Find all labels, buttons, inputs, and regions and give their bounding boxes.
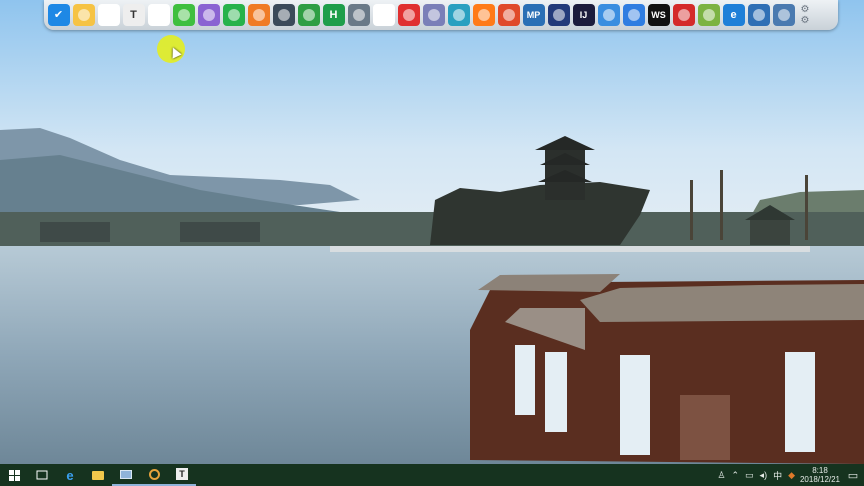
dock-icon-shape [302, 9, 315, 21]
map-app-icon[interactable] [697, 4, 720, 26]
colorful-app-icon[interactable] [197, 4, 220, 26]
feather-icon[interactable] [422, 4, 445, 26]
intellij-icon[interactable]: IJ [572, 4, 595, 26]
firefox-icon[interactable] [472, 4, 495, 26]
monitor-icon[interactable] [272, 4, 295, 26]
dock-icon-shape [152, 9, 165, 21]
dock-icon-shape [777, 9, 790, 21]
antivirus-tray-icon[interactable]: ◆ [788, 470, 795, 481]
dock-icon-shape [77, 9, 90, 21]
triangle-app-icon[interactable] [497, 4, 520, 26]
app-dock: ✔ T H MP IJ WS e ⚙ ⚙ [44, 0, 838, 30]
desktop-wallpaper [0, 0, 864, 464]
dock-icon-label: e [730, 8, 737, 21]
dock-icon-shape [227, 9, 240, 21]
dock-icon-label: ✔ [53, 8, 64, 21]
system-tray: ♙ ⌃ ▭ ◂) 中 ◆ 8:18 2018/12/21 ▭ [714, 464, 864, 486]
folder-icon [92, 470, 104, 480]
h-app-icon[interactable]: H [322, 4, 345, 26]
square-app-icon[interactable] [447, 4, 470, 26]
task-view-button[interactable] [28, 464, 56, 486]
folder-icon[interactable] [72, 4, 95, 26]
notification-icon: ▭ [847, 469, 859, 482]
monitor-icon [120, 469, 132, 479]
edge-browser-icon: e [66, 467, 74, 483]
clock[interactable]: 8:18 2018/12/21 [798, 466, 842, 484]
dock-icon-shape [177, 9, 190, 21]
shield-security-icon[interactable]: ✔ [47, 4, 70, 26]
wechat-icon[interactable] [172, 4, 195, 26]
dock-icon-shape [252, 9, 265, 21]
webstorm-icon[interactable]: WS [647, 4, 670, 26]
eye-app-icon[interactable] [222, 4, 245, 26]
ie-browser-icon[interactable]: e [722, 4, 745, 26]
dock-icon-shape [502, 9, 515, 21]
dock-icon-label: H [329, 8, 338, 21]
clock-time: 8:18 [812, 466, 828, 475]
dock-icon-label: MP [526, 9, 541, 20]
gear-icon[interactable]: ⚙ ⚙ [798, 4, 812, 26]
dock-icon-shape [452, 9, 465, 21]
dock-icon-shape [427, 9, 440, 21]
dock-icon-shape [202, 9, 215, 21]
typora-icon[interactable]: T [122, 4, 145, 26]
edge-browser-button[interactable]: e [56, 464, 84, 486]
dock-icon-label: IJ [579, 9, 588, 20]
taskbar: e T ♙ ⌃ ▭ ◂) 中 ◆ 8:18 2018/12/21 ▭ [0, 464, 864, 486]
clock-date: 2018/12/21 [799, 475, 841, 484]
qq-penguin-icon[interactable] [147, 4, 170, 26]
mp-app-icon[interactable]: MP [522, 4, 545, 26]
dock-icon-shape [602, 9, 615, 21]
red-app-icon[interactable] [672, 4, 695, 26]
chrome-icon[interactable] [97, 4, 120, 26]
globe-app-icon[interactable] [547, 4, 570, 26]
red-stamp-icon[interactable] [397, 4, 420, 26]
dock-icon-shape [102, 9, 115, 21]
chat-bubble-icon[interactable] [372, 4, 395, 26]
gear-icon-top: ⚙ [800, 4, 810, 15]
dock-icon-label: WS [651, 9, 666, 20]
file-explorer-button[interactable] [84, 464, 112, 486]
desktop-icon[interactable] [747, 4, 770, 26]
task-view-icon [36, 470, 48, 480]
bird-app-icon[interactable] [597, 4, 620, 26]
dock-icon-shape [627, 9, 640, 21]
dock-icon-shape [477, 9, 490, 21]
cloud-app-icon[interactable] [622, 4, 645, 26]
paint-app-icon[interactable] [772, 4, 795, 26]
dock-icon-shape [377, 9, 390, 21]
volume-icon[interactable]: ◂) [760, 470, 768, 481]
person-icon[interactable]: ♙ [717, 470, 725, 481]
notification-center-button[interactable]: ▭ [842, 469, 864, 482]
dock-icon-shape [552, 9, 565, 21]
dock-icon-shape [402, 9, 415, 21]
record-gear-icon [148, 468, 160, 480]
leaf-app-icon[interactable] [297, 4, 320, 26]
typora-taskbar-button[interactable]: T [168, 464, 196, 486]
chevron-up-icon[interactable]: ⌃ [731, 470, 739, 481]
dock-icon-shape [277, 9, 290, 21]
windows-logo-icon [8, 469, 20, 481]
ime-indicator[interactable]: 中 [773, 469, 782, 482]
dock-icon-shape [677, 9, 690, 21]
typora-icon: T [176, 468, 188, 480]
network-icon[interactable]: ▭ [745, 470, 754, 481]
dock-icon-shape [702, 9, 715, 21]
dock-icon-shape [352, 9, 365, 21]
dock-icon-label: T [130, 8, 137, 21]
video-window-icon[interactable] [347, 4, 370, 26]
orange-grid-icon[interactable] [247, 4, 270, 26]
start-button[interactable] [0, 464, 28, 486]
gear-icon-bottom: ⚙ [800, 15, 810, 26]
recording-app-button[interactable] [140, 464, 168, 486]
remote-desktop-button[interactable] [112, 464, 140, 486]
dock-icon-shape [752, 9, 765, 21]
